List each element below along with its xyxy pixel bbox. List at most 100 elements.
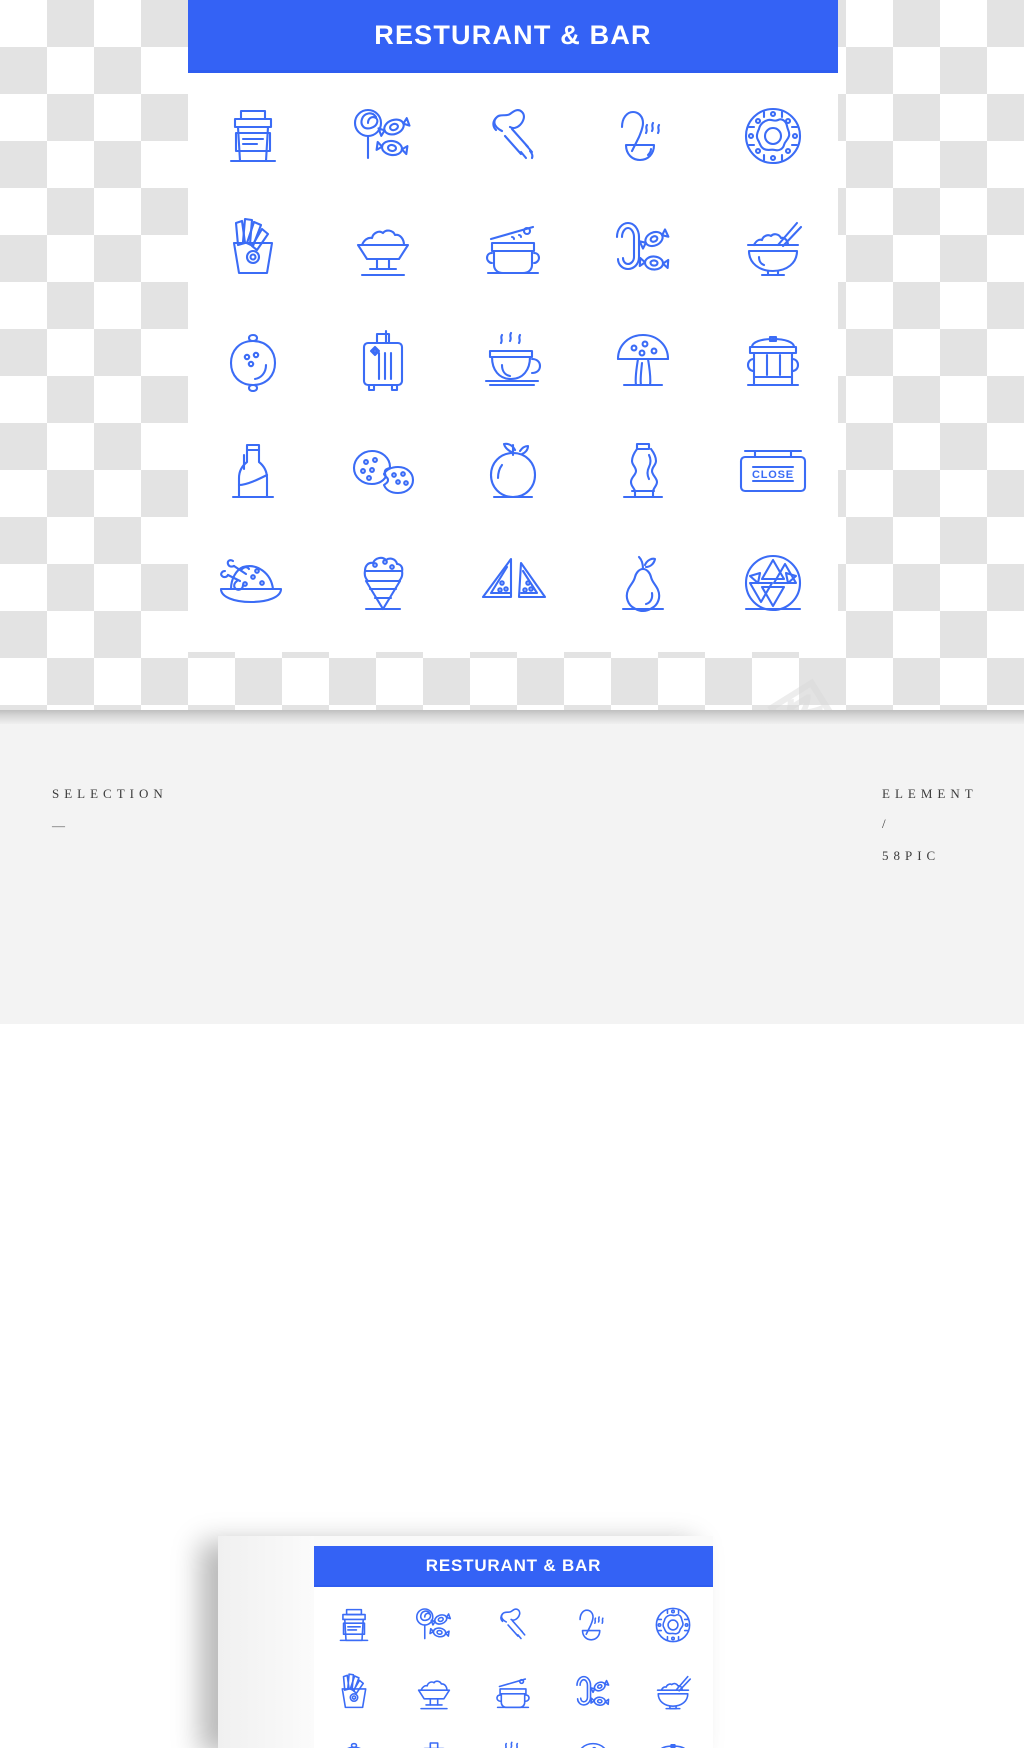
coffee-cup-lid-icon <box>214 97 292 175</box>
lemon-icon <box>330 1735 378 1748</box>
preview-icon-candy-cane[interactable] <box>553 1658 633 1725</box>
icon-cell-candy-cane[interactable] <box>578 192 708 304</box>
rice-bowl-chopsticks-icon <box>734 209 812 287</box>
bottom-info-panel: SELECTION — ELEMENT / 58PIC RESTURANT & … <box>0 724 1024 1024</box>
icon-cell-lemon[interactable] <box>188 304 318 416</box>
selection-dash: — <box>52 818 69 834</box>
slash-separator: / <box>882 816 891 832</box>
soda-bottle-icon <box>604 433 682 511</box>
apple-icon <box>474 433 552 511</box>
icon-cell-lollipop-candy[interactable] <box>318 80 448 192</box>
salad-bowl-icon <box>344 209 422 287</box>
icon-cell-cooking-pot[interactable] <box>448 192 578 304</box>
icon-cell-mushroom[interactable] <box>578 304 708 416</box>
cooking-pot-icon <box>474 209 552 287</box>
preview-header-banner: RESTURANT & BAR <box>314 1546 713 1585</box>
icon-cell-pear[interactable] <box>578 528 708 640</box>
icon-cell-roast-chicken[interactable] <box>188 528 318 640</box>
page-title: RESTURANT & BAR <box>374 20 652 51</box>
suitcase-icon <box>410 1735 458 1748</box>
rice-bowl-chopsticks-icon <box>649 1668 697 1716</box>
lollipop-candy-icon <box>410 1601 458 1649</box>
cookies-icon <box>344 433 422 511</box>
hot-tea-cup-icon <box>489 1735 537 1748</box>
salad-bowl-icon <box>410 1668 458 1716</box>
sheet-header-banner: RESTURANT & BAR <box>188 0 838 70</box>
icon-cell-steamer-pot[interactable] <box>708 304 838 416</box>
preview-icon-suitcase[interactable] <box>394 1725 474 1748</box>
roast-chicken-icon <box>209 545 297 623</box>
icon-cell-suitcase[interactable] <box>318 304 448 416</box>
icon-cell-ice-cream-cone[interactable] <box>318 528 448 640</box>
lollipop-candy-icon <box>344 97 422 175</box>
icon-cell-soda-bottle[interactable] <box>578 416 708 528</box>
donut-icon <box>649 1601 697 1649</box>
preview-icon-soup-ladle[interactable] <box>553 1591 633 1658</box>
icon-cell-coffee-cup-lid[interactable] <box>188 80 318 192</box>
preview-icon-lollipop-candy[interactable] <box>394 1591 474 1658</box>
ice-cream-cone-icon <box>344 545 422 623</box>
steamer-pot-icon <box>734 321 812 399</box>
icon-cell-french-fries[interactable] <box>188 192 318 304</box>
wine-bottle-icon <box>214 433 292 511</box>
icon-cell-sliced-pie[interactable] <box>708 528 838 640</box>
header-underline-rule <box>188 70 838 73</box>
icon-cell-close-sign[interactable]: CLOSE <box>708 416 838 528</box>
watermelon-slices-icon <box>469 545 557 623</box>
preview-title: RESTURANT & BAR <box>426 1556 601 1576</box>
close-sign-text: CLOSE <box>752 469 794 481</box>
french-fries-icon <box>330 1668 378 1716</box>
cooking-pot-icon <box>489 1668 537 1716</box>
preview-icon-donut[interactable] <box>633 1591 713 1658</box>
icon-cell-salad-bowl[interactable] <box>318 192 448 304</box>
corkscrew-icon <box>474 97 552 175</box>
icon-cell-apple[interactable] <box>448 416 578 528</box>
mushroom-icon <box>569 1735 617 1748</box>
icon-cell-cookies[interactable] <box>318 416 448 528</box>
preview-header-underline <box>314 1585 713 1587</box>
preview-icon-mushroom[interactable] <box>553 1725 633 1748</box>
lemon-icon <box>214 321 292 399</box>
hot-tea-cup-icon <box>474 321 552 399</box>
icon-cell-soup-ladle[interactable] <box>578 80 708 192</box>
close-sign-icon: CLOSE <box>727 433 819 511</box>
preview-icon-french-fries[interactable] <box>314 1658 394 1725</box>
preview-icon-steamer-pot[interactable] <box>633 1725 713 1748</box>
icon-cell-watermelon-slices[interactable] <box>448 528 578 640</box>
element-label: ELEMENT <box>882 786 978 802</box>
preview-icon-coffee-cup-lid[interactable] <box>314 1591 394 1658</box>
preview-icon-cooking-pot[interactable] <box>474 1658 554 1725</box>
donut-icon <box>734 97 812 175</box>
icon-sheet-card: RESTURANT & BAR <box>188 0 838 652</box>
section-divider-shadow <box>0 710 1024 724</box>
candy-cane-icon <box>569 1668 617 1716</box>
corkscrew-icon <box>489 1601 537 1649</box>
selection-label: SELECTION <box>52 786 168 802</box>
preview-card-left-edge <box>218 1536 314 1748</box>
preview-card[interactable]: RESTURANT & BAR <box>218 1536 713 1748</box>
steamer-pot-icon <box>649 1735 697 1748</box>
soup-ladle-icon <box>569 1601 617 1649</box>
preview-icon-sheet: RESTURANT & BAR <box>314 1546 713 1748</box>
icon-cell-rice-bowl-chopsticks[interactable] <box>708 192 838 304</box>
suitcase-icon <box>344 321 422 399</box>
mushroom-icon <box>604 321 682 399</box>
soup-ladle-icon <box>604 97 682 175</box>
icon-cell-hot-tea-cup[interactable] <box>448 304 578 416</box>
preview-icon-hot-tea-cup[interactable] <box>474 1725 554 1748</box>
preview-icon-corkscrew[interactable] <box>474 1591 554 1658</box>
icon-cell-corkscrew[interactable] <box>448 80 578 192</box>
candy-cane-icon <box>604 209 682 287</box>
french-fries-icon <box>214 209 292 287</box>
preview-icon-salad-bowl[interactable] <box>394 1658 474 1725</box>
icon-cell-wine-bottle[interactable] <box>188 416 318 528</box>
coffee-cup-lid-icon <box>330 1601 378 1649</box>
sliced-pie-icon <box>734 545 812 623</box>
icon-cell-donut[interactable] <box>708 80 838 192</box>
pic-count-label: 58PIC <box>882 848 940 864</box>
icon-grid: CLOSE <box>188 80 838 640</box>
preview-icon-grid <box>314 1591 713 1748</box>
preview-icon-lemon[interactable] <box>314 1725 394 1748</box>
preview-icon-rice-bowl-chopsticks[interactable] <box>633 1658 713 1725</box>
pear-icon <box>604 545 682 623</box>
